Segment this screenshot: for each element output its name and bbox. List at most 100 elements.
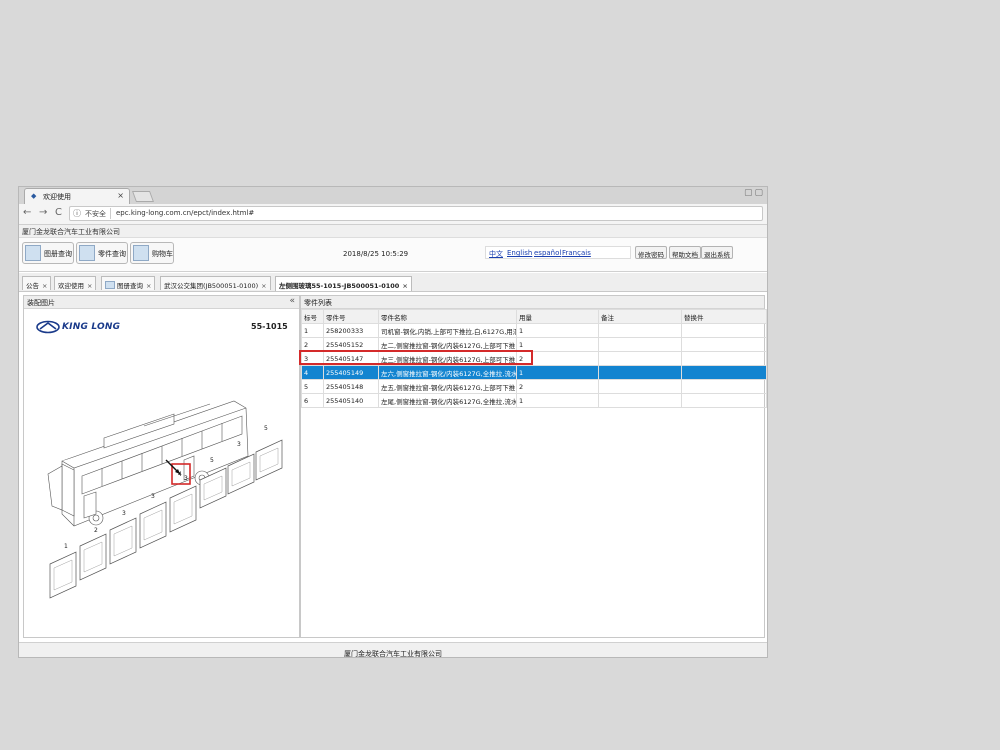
language-links: 中文 English español Français <box>485 246 631 259</box>
tab-notice[interactable]: 公告 × <box>22 276 52 290</box>
column-header[interactable]: 标号 <box>301 309 324 324</box>
cell-index: 5 <box>301 379 324 394</box>
column-header[interactable]: 备注 <box>598 309 682 324</box>
url-input[interactable]: ⓘ 不安全 epc.king-long.com.cn/epct/index.ht… <box>69 206 763 221</box>
back-icon[interactable]: ← <box>23 207 31 218</box>
security-label: 不安全 <box>85 210 106 218</box>
cell-quantity: 1 <box>516 337 599 352</box>
close-icon[interactable]: × <box>402 282 407 290</box>
close-tab-icon[interactable]: × <box>117 191 124 200</box>
column-header[interactable]: 用量 <box>516 309 599 324</box>
cell-index: 4 <box>301 365 324 380</box>
assembly-code: 55-1015 <box>251 322 288 331</box>
callout-label: 2 <box>94 527 98 534</box>
catalog-icon <box>25 245 41 261</box>
cell-quantity: 2 <box>516 379 599 394</box>
catalog-icon <box>105 281 115 289</box>
cell-index: 2 <box>301 337 324 352</box>
parts-icon <box>79 245 95 261</box>
callout-label: 1 <box>64 543 68 550</box>
reload-icon[interactable]: C <box>55 207 62 218</box>
cell-remark <box>598 393 682 408</box>
brand-logo-text: KING LONG <box>62 322 121 332</box>
app-tab-bar: 公告 × 欢迎使用 × 图册查询 × 武汉公交集团(JB500051-0100) × 左… <box>19 273 767 292</box>
column-header[interactable]: 替换件 <box>681 309 767 324</box>
change-password-button[interactable]: 修改密码 <box>635 246 667 259</box>
url-separator <box>110 208 111 219</box>
lang-chinese-link[interactable]: 中文 <box>489 249 503 259</box>
company-header: 厦门金龙联合汽车工业有限公司 <box>19 225 767 238</box>
browser-tab-title: 欢迎使用 <box>43 193 71 201</box>
cell-part-number: 255405152 <box>323 337 379 352</box>
lang-english-link[interactable]: English <box>507 249 532 257</box>
bus-exploded-diagram[interactable]: 1 2 3 3 3 4 5 3 5 <box>34 376 296 616</box>
table-row[interactable]: 1 258200333 司机窗-钢化,内销,上部可下推拉,白,6127G,用汇 … <box>301 323 767 338</box>
cell-replacement <box>681 365 767 380</box>
cell-index: 6 <box>301 393 324 408</box>
close-icon[interactable]: × <box>87 282 92 290</box>
catalog-query-button[interactable]: 图册查询 <box>22 242 74 264</box>
cell-part-name: 司机窗-钢化,内销,上部可下推拉,白,6127G,用汇 <box>378 323 517 338</box>
close-icon[interactable]: × <box>42 282 47 290</box>
close-icon[interactable]: × <box>146 282 151 290</box>
cell-part-name: 左三,侧窗推拉窗-钢化/内装6127G,上部可下推 <box>378 351 517 366</box>
tab-wuhan-bus[interactable]: 武汉公交集团(JB500051-0100) × <box>160 276 271 290</box>
cell-quantity: 1 <box>516 323 599 338</box>
table-row-selected[interactable]: 4 255405149 左六,侧窗推拉窗-钢化/内装6127G,全推拉,流水 1 <box>301 365 767 380</box>
collapse-icon[interactable]: « <box>289 296 295 306</box>
cart-icon <box>133 245 149 261</box>
tab-welcome[interactable]: 欢迎使用 × <box>54 276 97 290</box>
logout-button[interactable]: 退出系统 <box>701 246 733 259</box>
cell-part-number: 255405147 <box>323 351 379 366</box>
column-header[interactable]: 零件名称 <box>378 309 517 324</box>
parts-query-button[interactable]: 零件查询 <box>76 242 128 264</box>
cell-part-name: 左五,侧窗推拉窗-钢化/内装6127G,上部可下推 <box>378 379 517 394</box>
new-tab-button[interactable] <box>131 191 155 202</box>
cart-button[interactable]: 购物车 <box>130 242 174 264</box>
url-text[interactable]: epc.king-long.com.cn/epct/index.html# <box>116 209 254 217</box>
column-header[interactable]: 零件号 <box>323 309 379 324</box>
tab-left-side-glass[interactable]: 左侧围玻璃55-1015-JB500051-0100 × <box>275 276 412 291</box>
table-row[interactable]: 6 255405140 左尾,侧窗推拉窗-钢化/内装6127G,全推拉,流水 1 <box>301 393 767 408</box>
footer: 厦门金龙联合汽车工业有限公司 <box>19 642 767 658</box>
callout-label: 3 <box>122 510 126 517</box>
table-row[interactable]: 2 255405152 左二,侧窗推拉窗-钢化/内装6127G,上部可下推 1 <box>301 337 767 352</box>
tab-catalog-query[interactable]: 图册查询 × <box>101 276 156 290</box>
cell-index: 1 <box>301 323 324 338</box>
browser-tab-welcome[interactable]: ◆ 欢迎使用 × <box>24 188 130 204</box>
assembly-panel-title: 装配图片 <box>27 299 55 307</box>
parts-table: 标号 零件号 零件名称 用量 备注 替换件 1 258200333 司机窗-钢化… <box>301 309 767 408</box>
cart-label: 购物车 <box>152 250 173 258</box>
table-row[interactable]: 5 255405148 左五,侧窗推拉窗-钢化/内装6127G,上部可下推 2 <box>301 379 767 394</box>
tab-wuhan-bus-label: 武汉公交集团(JB500051-0100) <box>164 282 259 290</box>
address-bar: ← → C ⓘ 不安全 epc.king-long.com.cn/epct/in… <box>19 204 767 225</box>
tab-catalog-query-label: 图册查询 <box>117 282 143 290</box>
cell-replacement <box>681 393 767 408</box>
cell-replacement <box>681 379 767 394</box>
toolbar: 图册查询 零件查询 购物车 2018/8/25 10:5:29 中文 Engli… <box>19 238 767 272</box>
tab-left-side-glass-label: 左侧围玻璃55-1015-JB500051-0100 <box>279 282 400 290</box>
cell-remark <box>598 323 682 338</box>
parts-panel-title: 零件列表 <box>304 299 332 307</box>
window-controls-icon[interactable]: ▢▢ <box>744 188 765 198</box>
callout-label: 3 <box>237 441 241 448</box>
cell-part-number: 255405140 <box>323 393 379 408</box>
assembly-image-panel: 装配图片 « KING LONG 55-1015 1 2 3 3 3 4 5 3… <box>23 295 300 638</box>
callout-label: 3 <box>151 493 155 500</box>
info-icon[interactable]: ⓘ <box>73 208 81 219</box>
cell-remark <box>598 365 682 380</box>
browser-window: ◆ 欢迎使用 × ▢▢ ← → C ⓘ 不安全 epc.king-long.co… <box>18 186 768 658</box>
help-docs-button[interactable]: 帮助文档 <box>669 246 701 259</box>
footer-text: 厦门金龙联合汽车工业有限公司 <box>344 650 442 658</box>
close-icon[interactable]: × <box>261 282 266 290</box>
tab-welcome-label: 欢迎使用 <box>58 282 84 290</box>
cell-part-number: 255405148 <box>323 379 379 394</box>
cell-part-name: 左二,侧窗推拉窗-钢化/内装6127G,上部可下推 <box>378 337 517 352</box>
company-name: 厦门金龙联合汽车工业有限公司 <box>22 228 120 236</box>
cell-remark <box>598 337 682 352</box>
lang-spanish-link[interactable]: español <box>534 249 561 257</box>
table-row[interactable]: 3 255405147 左三,侧窗推拉窗-钢化/内装6127G,上部可下推 2 <box>301 351 767 366</box>
forward-icon[interactable]: → <box>39 207 47 218</box>
assembly-panel-header: 装配图片 « <box>24 296 299 309</box>
lang-french-link[interactable]: Français <box>562 249 591 257</box>
